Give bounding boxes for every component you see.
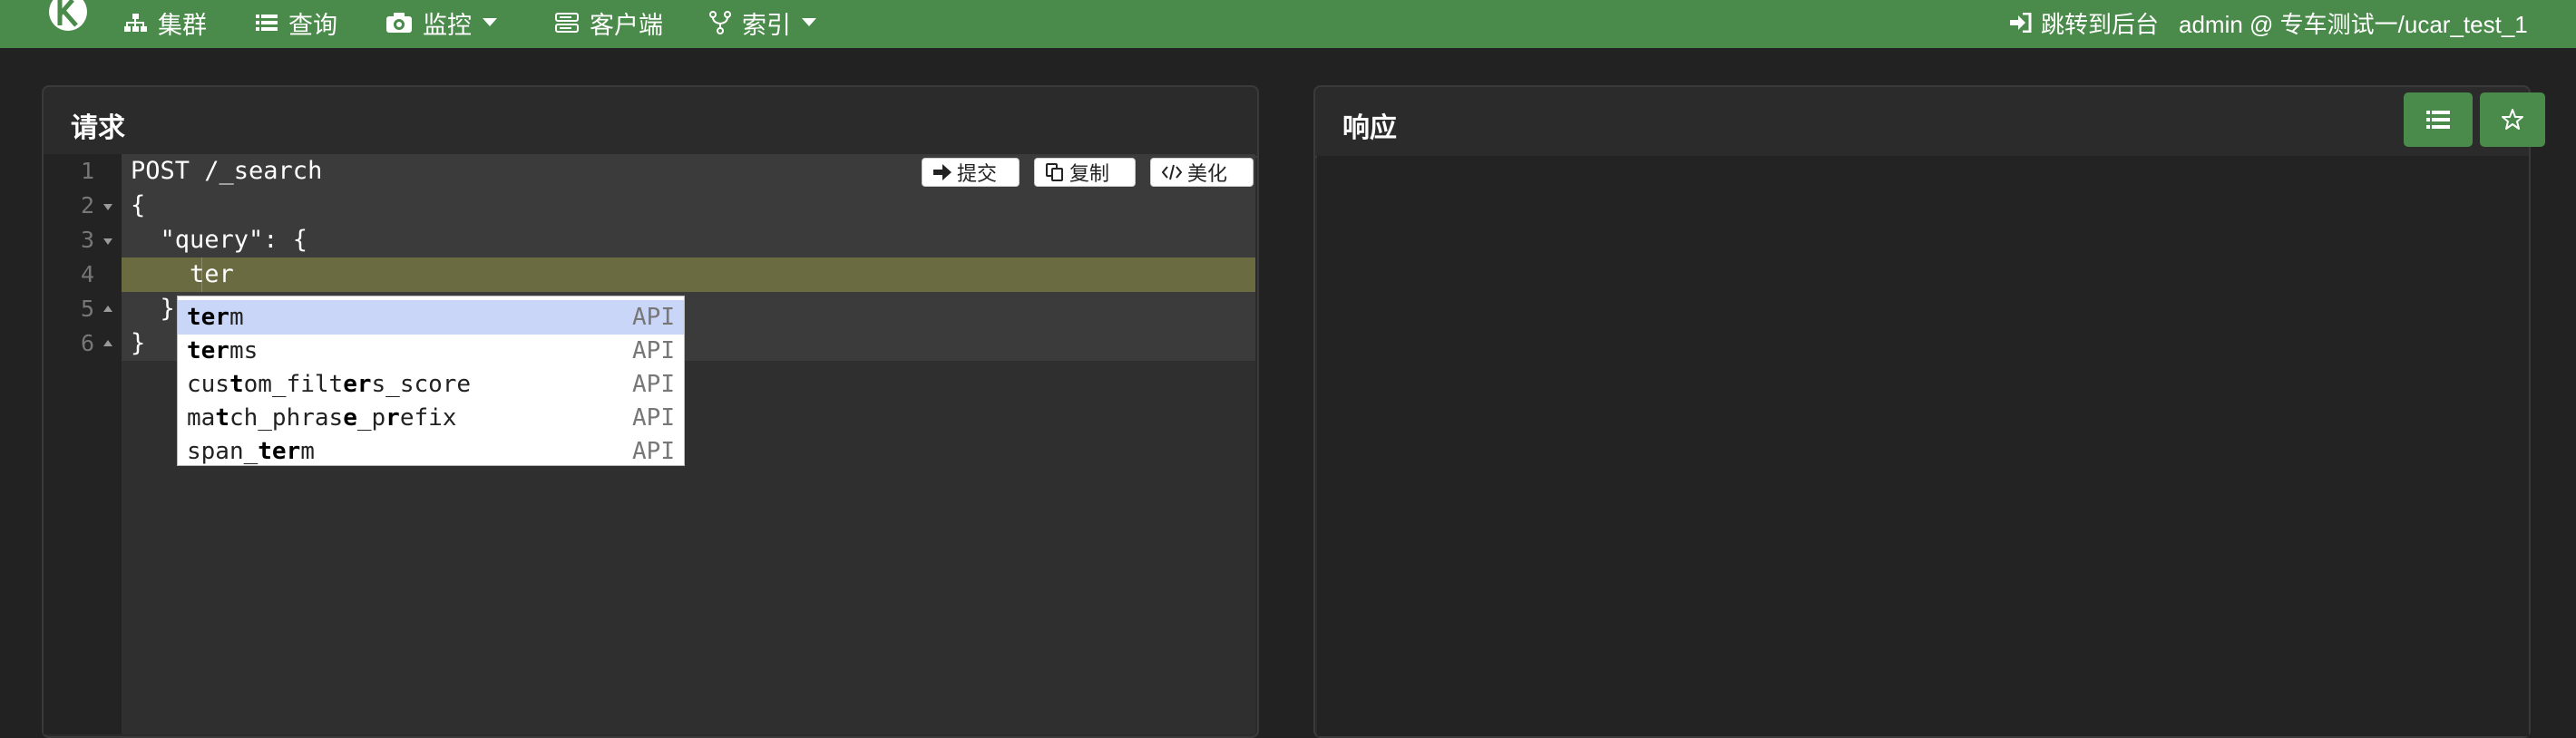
nav-monitor-label: 监控 [423,11,472,39]
user-info[interactable]: admin @ 专车测试一/ucar_test_1 [2179,0,2528,45]
response-favorite-button[interactable] [2480,92,2545,147]
autocomplete-item-name: custom_filters_score [187,371,472,398]
autocomplete-item[interactable]: custom_filters_score API [178,367,684,402]
star-icon [2502,109,2523,130]
copy-button-label: 复制 [1069,162,1110,185]
autocomplete-item-name: terms [187,337,259,364]
server-icon [555,13,579,33]
copy-icon [1046,163,1063,181]
submit-button[interactable]: 提交 [922,158,1020,187]
line-number: 1 [80,158,94,184]
user-info-label: admin @ 专车测试一/ucar_test_1 [2179,10,2528,38]
autocomplete-item-name: span_term [187,438,315,465]
kibana-logo-icon[interactable] [49,0,91,36]
active-line-highlight [122,257,1255,292]
code-icon [1162,164,1182,180]
caret-down-icon [483,18,497,26]
nav-clients-label: 客户端 [590,11,663,39]
autocomplete-item-meta: API [632,404,675,432]
editor-gutter: 1 2 3 4 5 6 [44,154,122,734]
code-line: "query": { [131,226,308,254]
autocomplete-item-meta: API [632,337,675,364]
response-body[interactable] [1317,156,2529,736]
autocomplete-item[interactable]: terms API [178,334,684,368]
caret-down-icon [802,18,816,26]
nav-clients[interactable]: 客户端 [555,0,663,45]
submit-button-label: 提交 [957,162,998,185]
camera-icon [386,13,412,33]
sitemap-icon [124,14,147,32]
beautify-button-label: 美化 [1187,162,1228,185]
code-line: } [131,295,175,323]
nav-cluster[interactable]: 集群 [123,0,207,45]
autocomplete-item-meta: API [632,371,675,398]
nav-cluster-label: 集群 [158,11,207,39]
autocomplete-item-meta: API [632,304,675,331]
autocomplete-item-name: match_phrase_prefix [187,404,457,432]
nav-monitor[interactable]: 监控 [386,0,497,45]
backend-link[interactable]: 跳转到后台 [2010,0,2159,45]
fold-down-icon[interactable] [103,204,112,210]
list-icon [256,15,278,31]
code-line: } [131,329,146,357]
line-number: 2 [80,192,94,218]
list-icon [2426,111,2450,129]
nav-index[interactable]: 索引 [709,0,816,45]
request-panel-title: 请求 [71,113,125,143]
line-number: 6 [80,330,94,356]
autocomplete-item[interactable]: match_phrase_prefix API [178,401,684,435]
nav-query[interactable]: 查询 [256,0,337,45]
autocomplete-popup[interactable]: term API terms API custom_filters_score API ma… [177,296,685,466]
line-number: 5 [80,296,94,322]
sign-in-icon [2010,13,2032,33]
git-fork-icon [709,11,731,34]
line-number: 3 [80,227,94,253]
code-line: { [131,191,146,219]
autocomplete-item[interactable]: term API [178,300,684,335]
copy-button[interactable]: 复制 [1034,158,1136,187]
fold-up-icon[interactable] [103,340,112,346]
backend-link-label: 跳转到后台 [2041,10,2160,38]
code-line: ter [131,260,234,288]
autocomplete-item-meta: API [632,438,675,465]
top-navbar: 集群 查询 监控 客户端 索引 跳转到后台 admin @ 专车测试一/ucar… [0,0,2576,48]
response-list-button[interactable] [2404,92,2473,147]
nav-index-label: 索引 [742,11,791,39]
line-number: 4 [80,261,94,287]
autocomplete-item-name: term [187,304,244,331]
autocomplete-item[interactable]: span_term API [178,434,684,469]
fold-up-icon[interactable] [103,306,112,312]
fold-down-icon[interactable] [103,238,112,245]
beautify-button[interactable]: 美化 [1150,158,1254,187]
arrow-right-icon [933,164,951,180]
response-panel-title: 响应 [1342,113,1397,143]
code-line: POST /_search [131,157,323,185]
nav-query-label: 查询 [288,11,337,39]
